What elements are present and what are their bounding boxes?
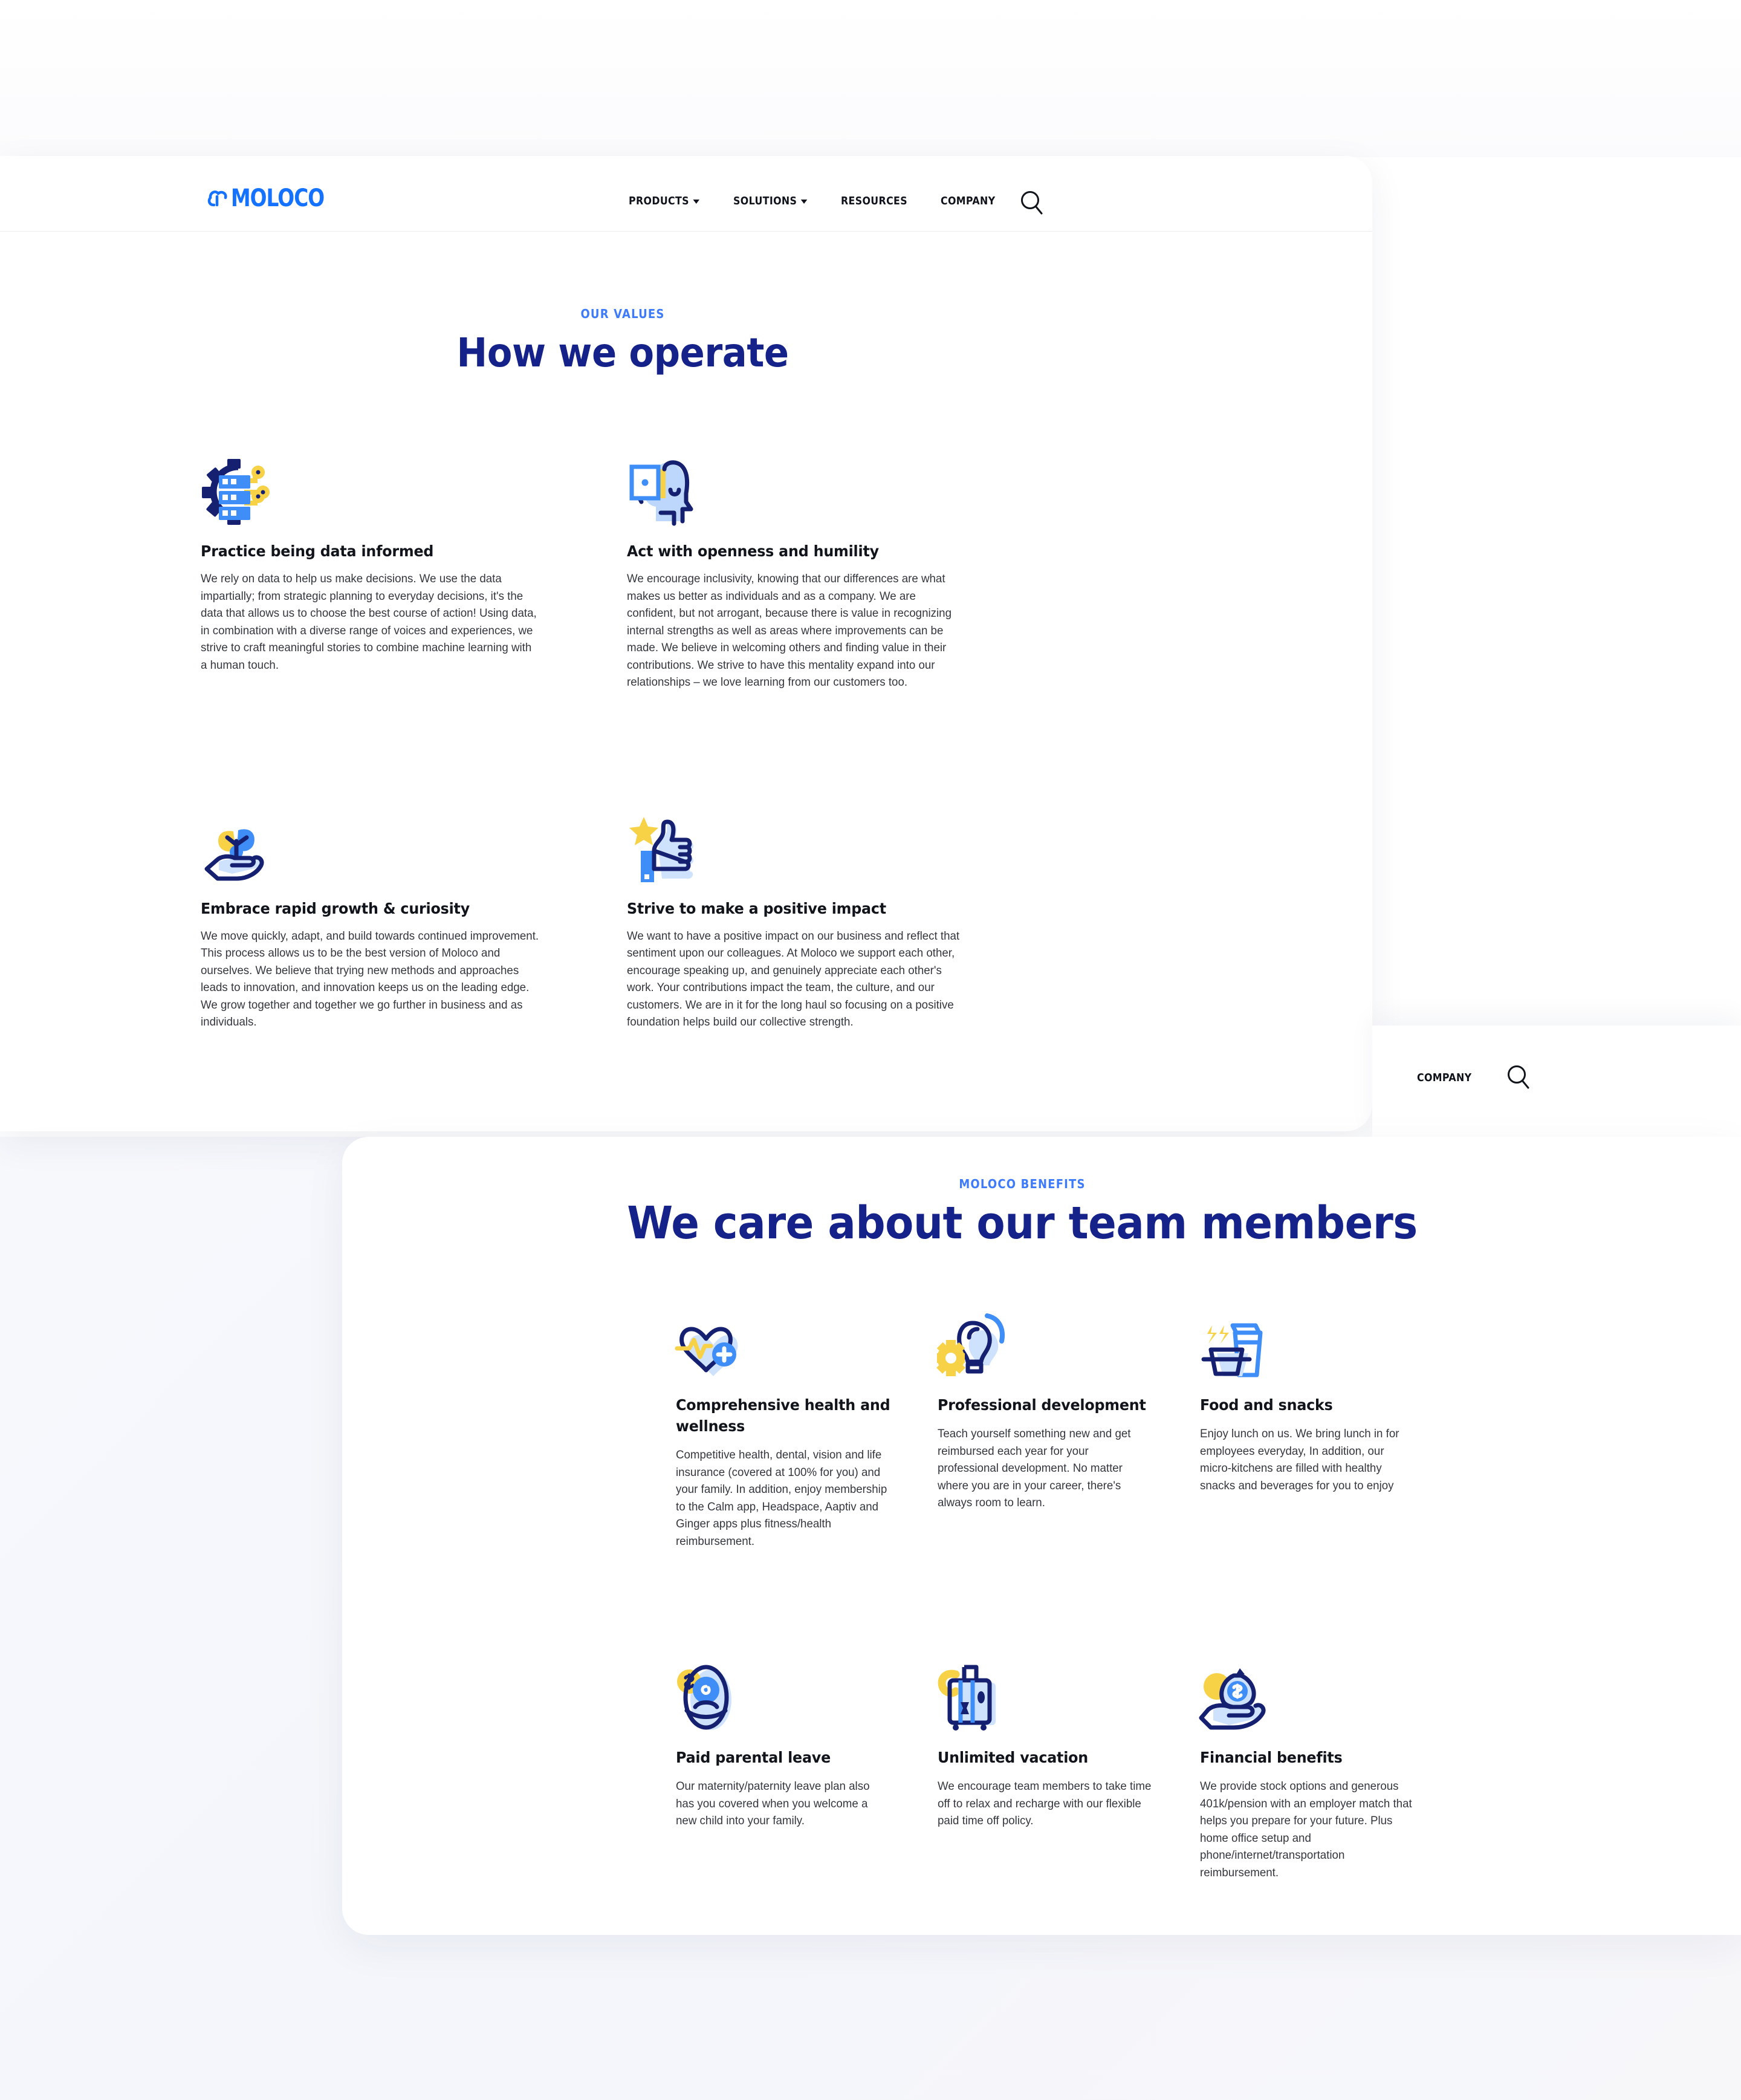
hand-plant-growth-icon — [201, 781, 633, 883]
value-card-growth: Embrace rapid growth & curiosity We move… — [201, 781, 633, 1031]
value-title: Practice being data informed — [201, 542, 434, 560]
value-title: Embrace rapid growth & curiosity — [201, 899, 470, 917]
benefits-grid: Comprehensive health and wellness Compet… — [675, 1288, 1462, 1881]
heart-pulse-plus-icon — [675, 1288, 938, 1379]
benefit-card-vacation: Unlimited vacation We encourage team mem… — [938, 1640, 1199, 1881]
benefit-body: We provide stock options and generous 40… — [1199, 1780, 1412, 1879]
value-body: We want to have a positive impact on our… — [627, 929, 960, 1029]
benefit-card-parental-leave: Paid parental leave Our maternity/patern… — [676, 1640, 938, 1881]
benefit-card-financial: Financial benefits We provide stock opti… — [1199, 1640, 1462, 1881]
benefit-body: Teach yourself something new and get rei… — [938, 1427, 1131, 1509]
benefit-title: Comprehensive health and wellness — [676, 1396, 890, 1435]
values-row-2: Embrace rapid growth & curiosity We move… — [201, 781, 1059, 1031]
benefit-card-food: Food and snacks Enjoy lunch on us. We br… — [1200, 1288, 1462, 1550]
navbar-divider — [0, 231, 1372, 232]
value-body: We encourage inclusivity, knowing that o… — [627, 572, 952, 689]
suitcase-luggage-icon — [938, 1640, 1199, 1731]
benefit-title: Paid parental leave — [676, 1749, 831, 1766]
nav-fragment-panel: COMPANY — [1372, 1026, 1741, 1138]
nav-item-label: COMPANY — [941, 195, 996, 207]
benefits-row-spacer — [676, 1550, 1462, 1640]
takeout-box-drink-icon — [1200, 1288, 1462, 1379]
values-grid: Practice being data informed We rely on … — [201, 423, 1059, 1031]
benefits-eyebrow: MOLOCO BENEFITS — [959, 1177, 1086, 1191]
value-body: We move quickly, adapt, and build toward… — [201, 929, 539, 1029]
benefit-body: Enjoy lunch on us. We bring lunch in for… — [1199, 1427, 1399, 1492]
benefit-card-health: Comprehensive health and wellness Compet… — [675, 1288, 938, 1550]
benefit-body: Our maternity/paternity leave plan also … — [676, 1780, 870, 1827]
lightbulb-gear-icon — [936, 1288, 1199, 1379]
nav-item-resources[interactable]: RESOURCES — [841, 195, 907, 207]
values-row-1: Practice being data informed We rely on … — [201, 423, 1059, 691]
benefit-title: Unlimited vacation — [938, 1749, 1089, 1766]
value-title: Act with openness and humility — [627, 542, 879, 560]
value-card-positive-impact: Strive to make a positive impact We want… — [627, 781, 1059, 1031]
top-gradient-band — [0, 0, 1741, 157]
value-title: Strive to make a positive impact — [627, 899, 886, 917]
chevron-down-icon — [800, 200, 807, 204]
nav-fragment-company-label[interactable]: COMPANY — [1417, 1071, 1471, 1084]
benefits-row-2: Paid parental leave Our maternity/patern… — [676, 1640, 1462, 1881]
data-server-gear-icon — [201, 423, 633, 526]
open-mind-door-icon — [627, 423, 1059, 526]
thumbs-up-star-icon — [627, 781, 1059, 883]
nav-links: PRODUCTS SOLUTIONS RESOURCES COMPANY — [629, 195, 1003, 207]
hand-money-bag-icon — [1199, 1640, 1462, 1731]
nav-item-products[interactable]: PRODUCTS — [629, 195, 699, 207]
moloco-logo[interactable]: MOLOCO — [207, 184, 345, 212]
baby-swaddle-coin-icon — [676, 1640, 938, 1731]
search-icon[interactable] — [1017, 189, 1046, 218]
value-body: We rely on data to help us make decision… — [201, 572, 537, 672]
nav-item-label: SOLUTIONS — [733, 195, 797, 207]
benefit-title: Food and snacks — [1199, 1396, 1333, 1414]
logo-wordmark: MOLOCO — [231, 184, 325, 212]
value-card-data-informed: Practice being data informed We rely on … — [201, 423, 633, 691]
benefits-title: We care about our team members — [627, 1197, 1418, 1249]
benefit-title: Financial benefits — [1199, 1749, 1343, 1766]
moloco-cloud-logo-icon — [207, 186, 231, 210]
benefit-title: Professional development — [938, 1396, 1146, 1414]
nav-item-company[interactable]: COMPANY — [941, 195, 995, 207]
values-title: How we operate — [456, 330, 789, 376]
value-card-openness: Act with openness and humility We encour… — [627, 423, 1059, 691]
values-eyebrow: OUR VALUES — [580, 307, 665, 321]
nav-item-label: RESOURCES — [841, 195, 908, 207]
values-row-spacer — [201, 691, 1059, 781]
search-icon[interactable] — [1504, 1063, 1533, 1092]
nav-item-label: PRODUCTS — [629, 195, 689, 207]
benefits-row-1: Comprehensive health and wellness Compet… — [675, 1288, 1462, 1550]
chevron-down-icon — [693, 200, 699, 204]
benefit-card-professional-development: Professional development Teach yourself … — [936, 1288, 1199, 1550]
site-navbar — [0, 156, 1372, 231]
benefit-body: Competitive health, dental, vision and l… — [676, 1448, 887, 1548]
benefit-body: We encourage team members to take time o… — [938, 1780, 1152, 1827]
nav-item-solutions[interactable]: SOLUTIONS — [733, 195, 807, 207]
